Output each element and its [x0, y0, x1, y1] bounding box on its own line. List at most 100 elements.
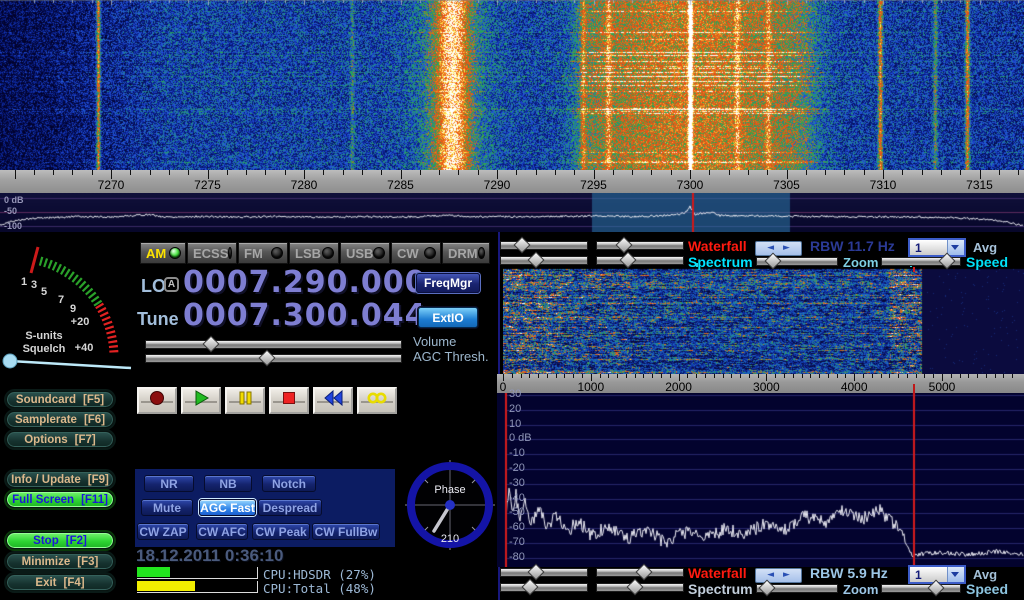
bottom-waterfall-label[interactable]: Waterfall [688, 565, 747, 581]
audio-scale-tick [538, 374, 539, 378]
bottom-zoom-slider[interactable] [756, 584, 838, 593]
top-waterfall-brightness-slider-thumb[interactable] [514, 237, 531, 254]
play-button[interactable] [181, 387, 221, 414]
mode-led [228, 247, 232, 259]
pause-button[interactable] [225, 387, 265, 414]
bottom-waterfall-contrast-slider[interactable] [596, 568, 684, 577]
soundcard-button[interactable]: Soundcard[F5] [6, 391, 114, 408]
top-waterfall-contrast-slider[interactable] [596, 241, 684, 250]
bottom-spectrum-gain-slider-thumb[interactable] [522, 579, 539, 596]
dsp-nb-button[interactable]: NB [204, 475, 252, 492]
lo-lock-button[interactable]: A [164, 277, 179, 292]
bottom-spectrum-offset-slider-thumb[interactable] [627, 579, 644, 596]
top-spectrum-gain-slider[interactable] [500, 256, 588, 265]
dsp-mute-button[interactable]: Mute [141, 499, 193, 516]
top-combo-arrow-icon[interactable] [947, 240, 964, 255]
extio-button[interactable]: ExtIO [418, 307, 478, 328]
agc-threshold-slider-thumb[interactable] [259, 350, 276, 367]
audio-frequency-scale[interactable]: 010002000300040005000 [497, 374, 1024, 393]
top-zoom-slider[interactable] [756, 257, 838, 266]
top-spectrum-gain-slider-thumb[interactable] [528, 252, 545, 269]
top-spectrum-offset-slider[interactable] [596, 256, 684, 265]
dsp-notch-button[interactable]: Notch [262, 475, 316, 492]
audio-db-label: -80 [509, 551, 525, 563]
audio-scale-tick [556, 374, 557, 378]
squelch-knob[interactable] [3, 354, 17, 368]
audio-scale-tick [802, 374, 803, 378]
stop-button[interactable] [269, 387, 309, 414]
bottom-waterfall-brightness-slider[interactable] [500, 568, 588, 577]
top-spectrum-label[interactable]: Spectrum [688, 254, 753, 270]
options-button[interactable]: Options[F7] [6, 431, 114, 448]
dsp-despread-button[interactable]: Despread [258, 499, 322, 516]
rf-scale-tick [922, 170, 923, 175]
bottom-spectrum-offset-slider[interactable] [596, 583, 684, 592]
loop-button[interactable] [357, 387, 397, 414]
s-meter-scale-label: 5 [41, 286, 47, 298]
full-screen-button[interactable]: Full Screen[F11] [6, 491, 114, 508]
dsp-nr-button[interactable]: NR [144, 475, 194, 492]
mode-button-am[interactable]: AM [140, 242, 186, 264]
hdsdr-window: 7270727572807285729072957300730573107315… [0, 0, 1024, 600]
options-button-label: Options [24, 434, 67, 446]
cpu-hdsdr-text: CPU:HDSDR (27%) [263, 567, 376, 582]
top-avg-select[interactable]: 1 [908, 238, 966, 257]
lo-frequency-display[interactable]: 0007.290.000 [183, 267, 427, 299]
exit-button[interactable]: Exit[F4] [6, 574, 114, 591]
rf-db-label: 0 dB [4, 195, 24, 205]
rf-waterfall[interactable] [0, 0, 1024, 170]
top-spectrum-offset-slider-thumb[interactable] [620, 252, 637, 269]
audio-scale-tick [582, 374, 583, 378]
audio-scale-label: 1000 [577, 380, 604, 394]
bottom-spectrum-label[interactable]: Spectrum [688, 581, 753, 597]
volume-slider[interactable] [145, 340, 402, 349]
rf-frequency-scale[interactable]: 7270727572807285729072957300730573107315 [0, 170, 1024, 193]
mode-label: FM [244, 246, 263, 261]
tune-frequency-display[interactable]: 0007.300.044 [183, 300, 427, 332]
dsp-cw-fullbw-button[interactable]: CW FullBw [312, 523, 380, 540]
mode-button-fm[interactable]: FM [238, 242, 288, 264]
audio-scale-tick [714, 374, 715, 378]
top-waterfall-brightness-slider[interactable] [500, 241, 588, 250]
dsp-cw-afc-button[interactable]: CW AFC [196, 523, 248, 540]
agc-threshold-slider[interactable] [145, 354, 402, 363]
minimize-button[interactable]: Minimize[F3] [6, 553, 114, 570]
mode-button-cw[interactable]: CW [391, 242, 441, 264]
mode-button-lsb[interactable]: LSB [289, 242, 339, 264]
squelch-slider[interactable] [10, 361, 131, 368]
volume-slider-thumb[interactable] [203, 336, 220, 353]
bottom-rbw-arrows-button[interactable]: ◄► [755, 568, 802, 583]
audio-spectrum[interactable] [497, 393, 1024, 567]
rewind-button[interactable] [313, 387, 353, 414]
rf-spectrum[interactable] [0, 193, 1024, 232]
audio-waterfall[interactable] [503, 267, 1024, 374]
dsp-agc-fast-button[interactable]: AGC Fast [199, 499, 256, 516]
bottom-combo-arrow-icon[interactable] [947, 567, 964, 582]
mode-button-drm[interactable]: DRM [442, 242, 490, 264]
record-button[interactable] [137, 387, 177, 414]
audio-db-label: 30 [509, 388, 521, 400]
cpu-total-text: CPU:Total (48%) [263, 581, 376, 596]
stop-icon [280, 390, 298, 411]
stop-button[interactable]: Stop [F2] [6, 532, 114, 549]
bottom-spectrum-gain-slider[interactable] [500, 583, 588, 592]
phase-dial[interactable]: Phase 210 [403, 457, 497, 551]
rf-scale-tick [246, 170, 247, 175]
bottom-arrow-left-icon: ◄ [767, 571, 774, 580]
rf-scale-tick [188, 170, 189, 175]
bottom-speed-slider[interactable] [881, 584, 961, 593]
stop-button-key: [F2] [66, 535, 87, 547]
mode-button-usb[interactable]: USB [340, 242, 390, 264]
mode-button-ecss[interactable]: ECSS [187, 242, 237, 264]
stop-button-label: Stop [33, 535, 59, 547]
top-waterfall-contrast-slider-thumb[interactable] [616, 237, 633, 254]
freq-mgr-button[interactable]: FreqMgr [416, 273, 480, 293]
top-speed-slider[interactable] [881, 257, 961, 266]
top-rbw-arrows-button[interactable]: ◄► [755, 241, 802, 256]
info-update-button[interactable]: Info / Update[F9] [6, 471, 114, 488]
top-waterfall-label[interactable]: Waterfall [688, 238, 747, 254]
dsp-cw-peak-button[interactable]: CW Peak [252, 523, 310, 540]
samplerate-button[interactable]: Samplerate[F6] [6, 411, 114, 428]
dsp-cw-zap-button[interactable]: CW ZAP [137, 523, 189, 540]
audio-scale-tick [819, 374, 820, 378]
